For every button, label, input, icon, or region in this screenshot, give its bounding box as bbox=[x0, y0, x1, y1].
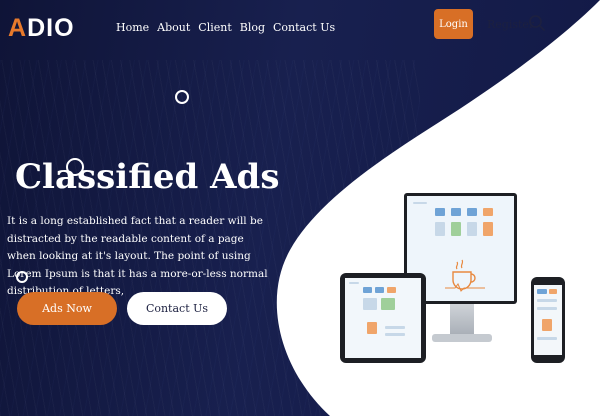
search-icon[interactable] bbox=[528, 14, 546, 32]
nav-item-blog[interactable]: Blog bbox=[240, 21, 265, 34]
coffee-cup-icon bbox=[445, 259, 485, 292]
nav-item-about[interactable]: About bbox=[157, 21, 190, 34]
decor-ring-top bbox=[175, 90, 189, 104]
nav-item-home[interactable]: Home bbox=[116, 21, 149, 34]
tablet-mockup bbox=[340, 273, 426, 363]
login-button[interactable]: Login bbox=[434, 9, 473, 39]
hero-title: Classified Ads bbox=[15, 157, 280, 197]
ads-now-button[interactable]: Ads Now bbox=[17, 292, 117, 325]
logo[interactable]: ADIO bbox=[8, 14, 75, 43]
contact-us-button[interactable]: Contact Us bbox=[127, 292, 227, 325]
hero-section: ADIO Home About Client Blog Contact Us L… bbox=[0, 0, 600, 416]
nav-item-client[interactable]: Client bbox=[198, 21, 231, 34]
hero-description: It is a long established fact that a rea… bbox=[7, 215, 268, 297]
phone-mockup bbox=[531, 277, 565, 363]
monitor-stand bbox=[450, 304, 474, 334]
main-nav: Home About Client Blog Contact Us bbox=[116, 21, 335, 34]
monitor-base bbox=[432, 334, 492, 342]
nav-item-contact[interactable]: Contact Us bbox=[273, 21, 335, 34]
